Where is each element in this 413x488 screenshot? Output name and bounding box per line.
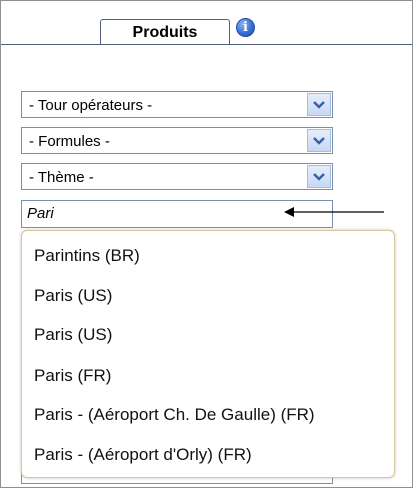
tab-bar-line	[1, 44, 412, 45]
pointer-arrow-icon	[284, 207, 384, 217]
formules-select[interactable]: - Formules -	[21, 127, 333, 154]
chevron-down-icon[interactable]	[307, 93, 331, 116]
suggestion-item[interactable]: Paris (FR)	[34, 366, 111, 386]
info-icon[interactable]: i	[236, 18, 255, 37]
suggestion-item[interactable]: Paris (US)	[34, 286, 112, 306]
tour-operateurs-select-value: - Tour opérateurs -	[29, 97, 153, 114]
suggestion-item[interactable]: Paris (US)	[34, 325, 112, 345]
theme-select[interactable]: - Thème -	[21, 163, 333, 190]
suggestion-item[interactable]: Paris - (Aéroport d'Orly) (FR)	[34, 445, 252, 465]
suggestion-item[interactable]: Parintins (BR)	[34, 246, 140, 266]
tab-produits[interactable]: Produits	[100, 19, 230, 44]
formules-select-value: - Formules -	[29, 133, 110, 150]
suggestion-item[interactable]: Paris - (Aéroport Ch. De Gaulle) (FR)	[34, 405, 315, 425]
tour-operateurs-select[interactable]: - Tour opérateurs -	[21, 91, 333, 118]
chevron-down-icon[interactable]	[307, 129, 331, 152]
theme-select-value: - Thème -	[29, 169, 94, 186]
chevron-down-icon[interactable]	[307, 165, 331, 188]
autocomplete-dropdown: Parintins (BR) Paris (US) Paris (US) Par…	[21, 230, 395, 478]
